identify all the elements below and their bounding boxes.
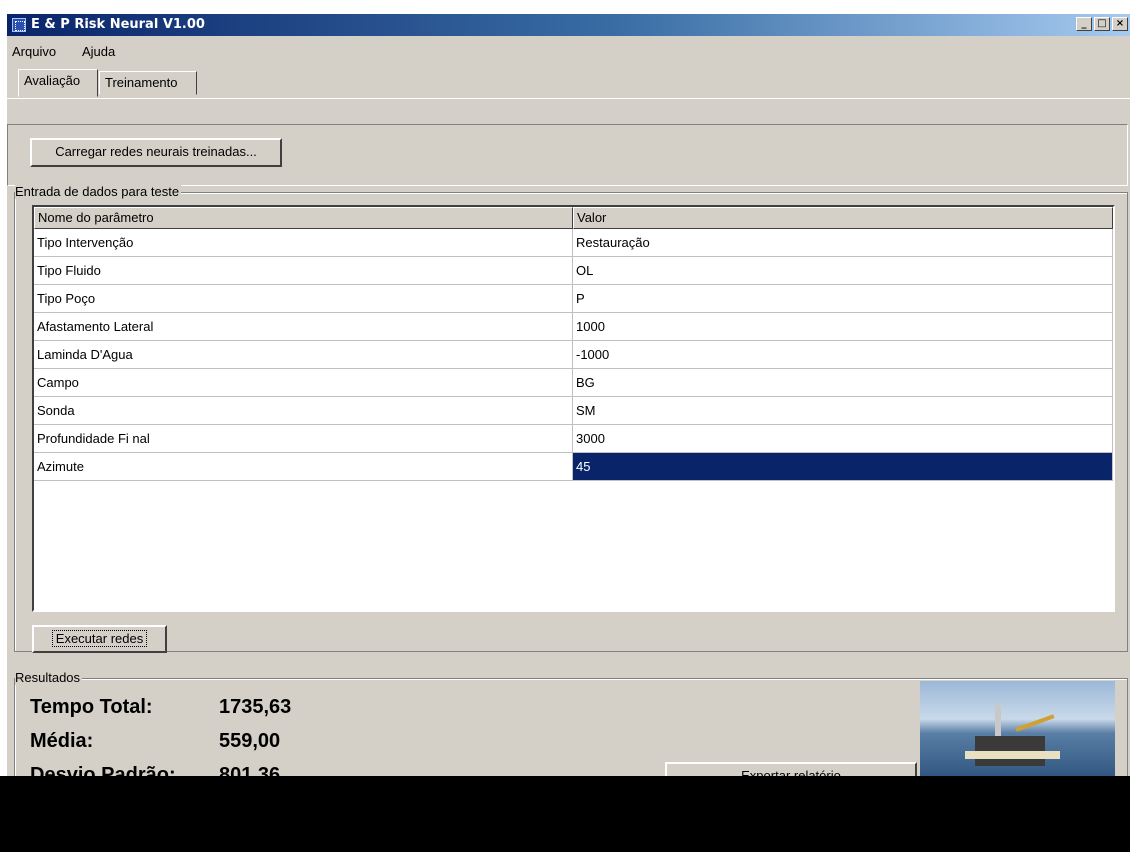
table-row[interactable]: Sonda SM (34, 397, 1113, 425)
param-value-cell[interactable]: P (573, 285, 1113, 313)
close-icon[interactable]: × (1112, 17, 1128, 31)
run-networks-button[interactable]: Executar redes (32, 625, 167, 653)
table-row[interactable]: Tipo Poço P (34, 285, 1113, 313)
run-networks-label: Executar redes (51, 630, 148, 647)
app-icon (12, 18, 26, 32)
param-name-cell: Sonda (34, 397, 573, 425)
maximize-icon[interactable]: □ (1094, 17, 1110, 31)
input-data-legend: Entrada de dados para teste (15, 184, 182, 199)
total-time-value: 1735,63 (219, 696, 292, 718)
param-name-cell: Tipo Intervenção (34, 229, 573, 257)
rig-deck (965, 751, 1060, 759)
results-legend: Resultados (15, 670, 83, 685)
title-bar[interactable]: E & P Risk Neural V1.00 _ □ × (7, 14, 1130, 36)
window-title: E & P Risk Neural V1.00 (31, 17, 205, 32)
std-dev-value: 801,36 (219, 764, 281, 776)
table-row[interactable]: Afastamento Lateral 1000 (34, 313, 1113, 341)
table-row[interactable]: Azimute 45 (34, 453, 1113, 481)
param-name-cell: Tipo Fluido (34, 257, 573, 285)
rig-derrick (995, 703, 1001, 739)
param-value-cell[interactable]: SM (573, 397, 1113, 425)
table-row[interactable]: Tipo Fluido OL (34, 257, 1113, 285)
total-time-label: Tempo Total: (30, 696, 153, 718)
tab-panel-border (7, 98, 1130, 99)
param-value-cell[interactable]: 3000 (573, 425, 1113, 453)
parameter-grid[interactable]: Nome do parâmetro Valor Tipo Intervenção… (32, 205, 1115, 612)
export-report-button[interactable]: Exportar relatório (665, 762, 917, 776)
menu-ajuda[interactable]: Ajuda (82, 44, 115, 59)
table-row[interactable]: Campo BG (34, 369, 1113, 397)
app-window: E & P Risk Neural V1.00 _ □ × Arquivo Aj… (7, 14, 1130, 776)
std-dev-label: Desvio Padrão: (30, 764, 176, 776)
param-name-cell: Profundidade Fi nal (34, 425, 573, 453)
minimize-icon[interactable]: _ (1076, 17, 1092, 31)
param-value-cell[interactable]: Restauração (573, 229, 1113, 257)
rig-crane (1015, 714, 1055, 732)
param-name-cell: Afastamento Lateral (34, 313, 573, 341)
menu-arquivo[interactable]: Arquivo (12, 44, 56, 59)
occluded-area (0, 776, 1130, 852)
param-value-cell[interactable]: -1000 (573, 341, 1113, 369)
param-name-cell: Tipo Poço (34, 285, 573, 313)
column-header-value[interactable]: Valor (573, 207, 1113, 229)
tab-treinamento[interactable]: Treinamento (99, 71, 197, 95)
table-row[interactable]: Tipo Intervenção Restauração (34, 229, 1113, 257)
param-value-cell[interactable]: 1000 (573, 313, 1113, 341)
param-name-cell: Campo (34, 369, 573, 397)
mean-value: 559,00 (219, 730, 281, 752)
table-row[interactable]: Laminda D'Agua -1000 (34, 341, 1113, 369)
param-name-cell: Azimute (34, 453, 573, 481)
tab-avaliacao[interactable]: Avaliação (18, 69, 98, 97)
table-row[interactable]: Profundidade Fi nal 3000 (34, 425, 1113, 453)
param-value-cell[interactable]: BG (573, 369, 1113, 397)
column-header-name[interactable]: Nome do parâmetro (34, 207, 573, 229)
offshore-rig-photo (920, 681, 1115, 776)
param-name-cell: Laminda D'Agua (34, 341, 573, 369)
mean-label: Média: (30, 730, 94, 752)
load-networks-button[interactable]: Carregar redes neurais treinadas... (30, 138, 282, 167)
param-value-cell[interactable]: OL (573, 257, 1113, 285)
param-value-cell-selected[interactable]: 45 (573, 453, 1113, 481)
window-controls: _ □ × (1076, 17, 1128, 31)
grid-header: Nome do parâmetro Valor (34, 207, 1113, 229)
